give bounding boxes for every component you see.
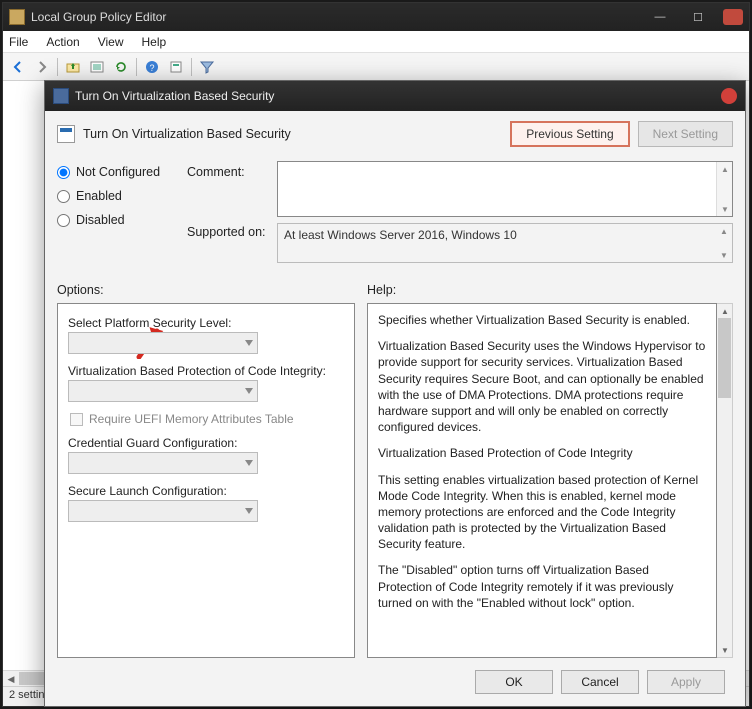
opt-credguard-combo[interactable] [68,452,258,474]
opt-vbp-combo[interactable] [68,380,258,402]
close-button[interactable] [723,9,743,25]
scroll-thumb[interactable] [718,318,731,398]
opt-securelaunch-combo[interactable] [68,500,258,522]
opt-securelaunch-label: Secure Launch Configuration: [68,484,344,498]
supported-label: Supported on: [187,219,277,239]
scroll-thumb[interactable] [19,672,47,685]
menu-help[interactable]: Help [142,35,167,49]
policy-dialog: Turn On Virtualization Based Security Tu… [44,80,746,707]
policy-header-icon [57,125,75,143]
apply-button[interactable]: Apply [647,670,725,694]
opt-platform-combo[interactable] [68,332,258,354]
toolbar: ? [3,53,749,81]
scroll-down-icon[interactable]: ▼ [717,202,733,216]
scroll-down-icon[interactable]: ▼ [717,643,733,657]
scroll-up-icon[interactable]: ▲ [717,162,733,176]
opt-credguard-label: Credential Guard Configuration: [68,436,344,450]
dialog-titlebar[interactable]: Turn On Virtualization Based Security [45,81,745,111]
dialog-close-button[interactable] [721,88,737,104]
properties-icon[interactable] [165,56,187,78]
supported-scrollbar[interactable]: ▲▼ [716,224,732,262]
previous-setting-button[interactable]: Previous Setting [510,121,629,147]
opt-uefi-check[interactable]: Require UEFI Memory Attributes Table [70,412,344,426]
folder-up-icon[interactable] [62,56,84,78]
dialog-title: Turn On Virtualization Based Security [75,89,274,103]
filter-icon[interactable] [196,56,218,78]
scroll-down-icon[interactable]: ▼ [716,248,732,262]
help-panel: Specifies whether Virtualization Based S… [367,303,717,658]
radio-enabled[interactable]: Enabled [57,189,187,203]
radio-disabled[interactable]: Disabled [57,213,187,227]
svg-text:?: ? [149,63,154,73]
help-label: Help: [367,283,396,297]
ok-button[interactable]: OK [475,670,553,694]
options-panel: Select Platform Security Level: Virtuali… [57,303,355,658]
menubar: File Action View Help [3,31,749,53]
radio-disabled-label: Disabled [76,213,125,227]
parent-title: Local Group Policy Editor [31,10,166,24]
policy-header-title: Turn On Virtualization Based Security [83,127,510,141]
scroll-up-icon[interactable]: ▲ [717,304,733,318]
radio-not-configured-input[interactable] [57,166,70,179]
opt-platform-label: Select Platform Security Level: [68,316,344,330]
cancel-button[interactable]: Cancel [561,670,639,694]
radio-not-configured[interactable]: Not Configured [57,165,187,179]
scroll-up-icon[interactable]: ▲ [716,224,732,238]
opt-vbp-label: Virtualization Based Protection of Code … [68,364,344,378]
list-icon[interactable] [86,56,108,78]
maximize-button[interactable]: ☐ [679,7,717,27]
help-p5: The "Disabled" option turns off Virtuali… [378,562,706,611]
gpedit-icon [9,9,25,25]
supported-text: At least Windows Server 2016, Windows 10 [284,228,517,242]
menu-view[interactable]: View [98,35,124,49]
help-icon[interactable]: ? [141,56,163,78]
scroll-left-icon[interactable]: ◀ [3,671,19,687]
radio-disabled-input[interactable] [57,214,70,227]
comment-field[interactable]: ▲▼ [277,161,733,217]
supported-field: At least Windows Server 2016, Windows 10… [277,223,733,263]
help-p1: Specifies whether Virtualization Based S… [378,312,706,328]
refresh-icon[interactable] [110,56,132,78]
options-label: Options: [57,283,367,297]
parent-titlebar[interactable]: Local Group Policy Editor — ☐ [3,3,749,31]
help-scrollbar[interactable]: ▲ ▼ [717,303,733,658]
minimize-button[interactable]: — [641,7,679,27]
forward-button[interactable] [31,56,53,78]
opt-uefi-label: Require UEFI Memory Attributes Table [89,412,294,426]
comment-scrollbar[interactable]: ▲▼ [716,162,732,216]
help-p3: Virtualization Based Protection of Code … [378,445,706,461]
help-p2: Virtualization Based Security uses the W… [378,338,706,435]
policy-icon [53,88,69,104]
back-button[interactable] [7,56,29,78]
menu-action[interactable]: Action [46,35,79,49]
radio-enabled-input[interactable] [57,190,70,203]
radio-enabled-label: Enabled [76,189,122,203]
next-setting-button[interactable]: Next Setting [638,121,733,147]
menu-file[interactable]: File [9,35,28,49]
comment-label: Comment: [187,161,277,219]
checkbox-icon[interactable] [70,413,83,426]
help-p4: This setting enables virtualization base… [378,472,706,553]
radio-not-configured-label: Not Configured [76,165,160,179]
